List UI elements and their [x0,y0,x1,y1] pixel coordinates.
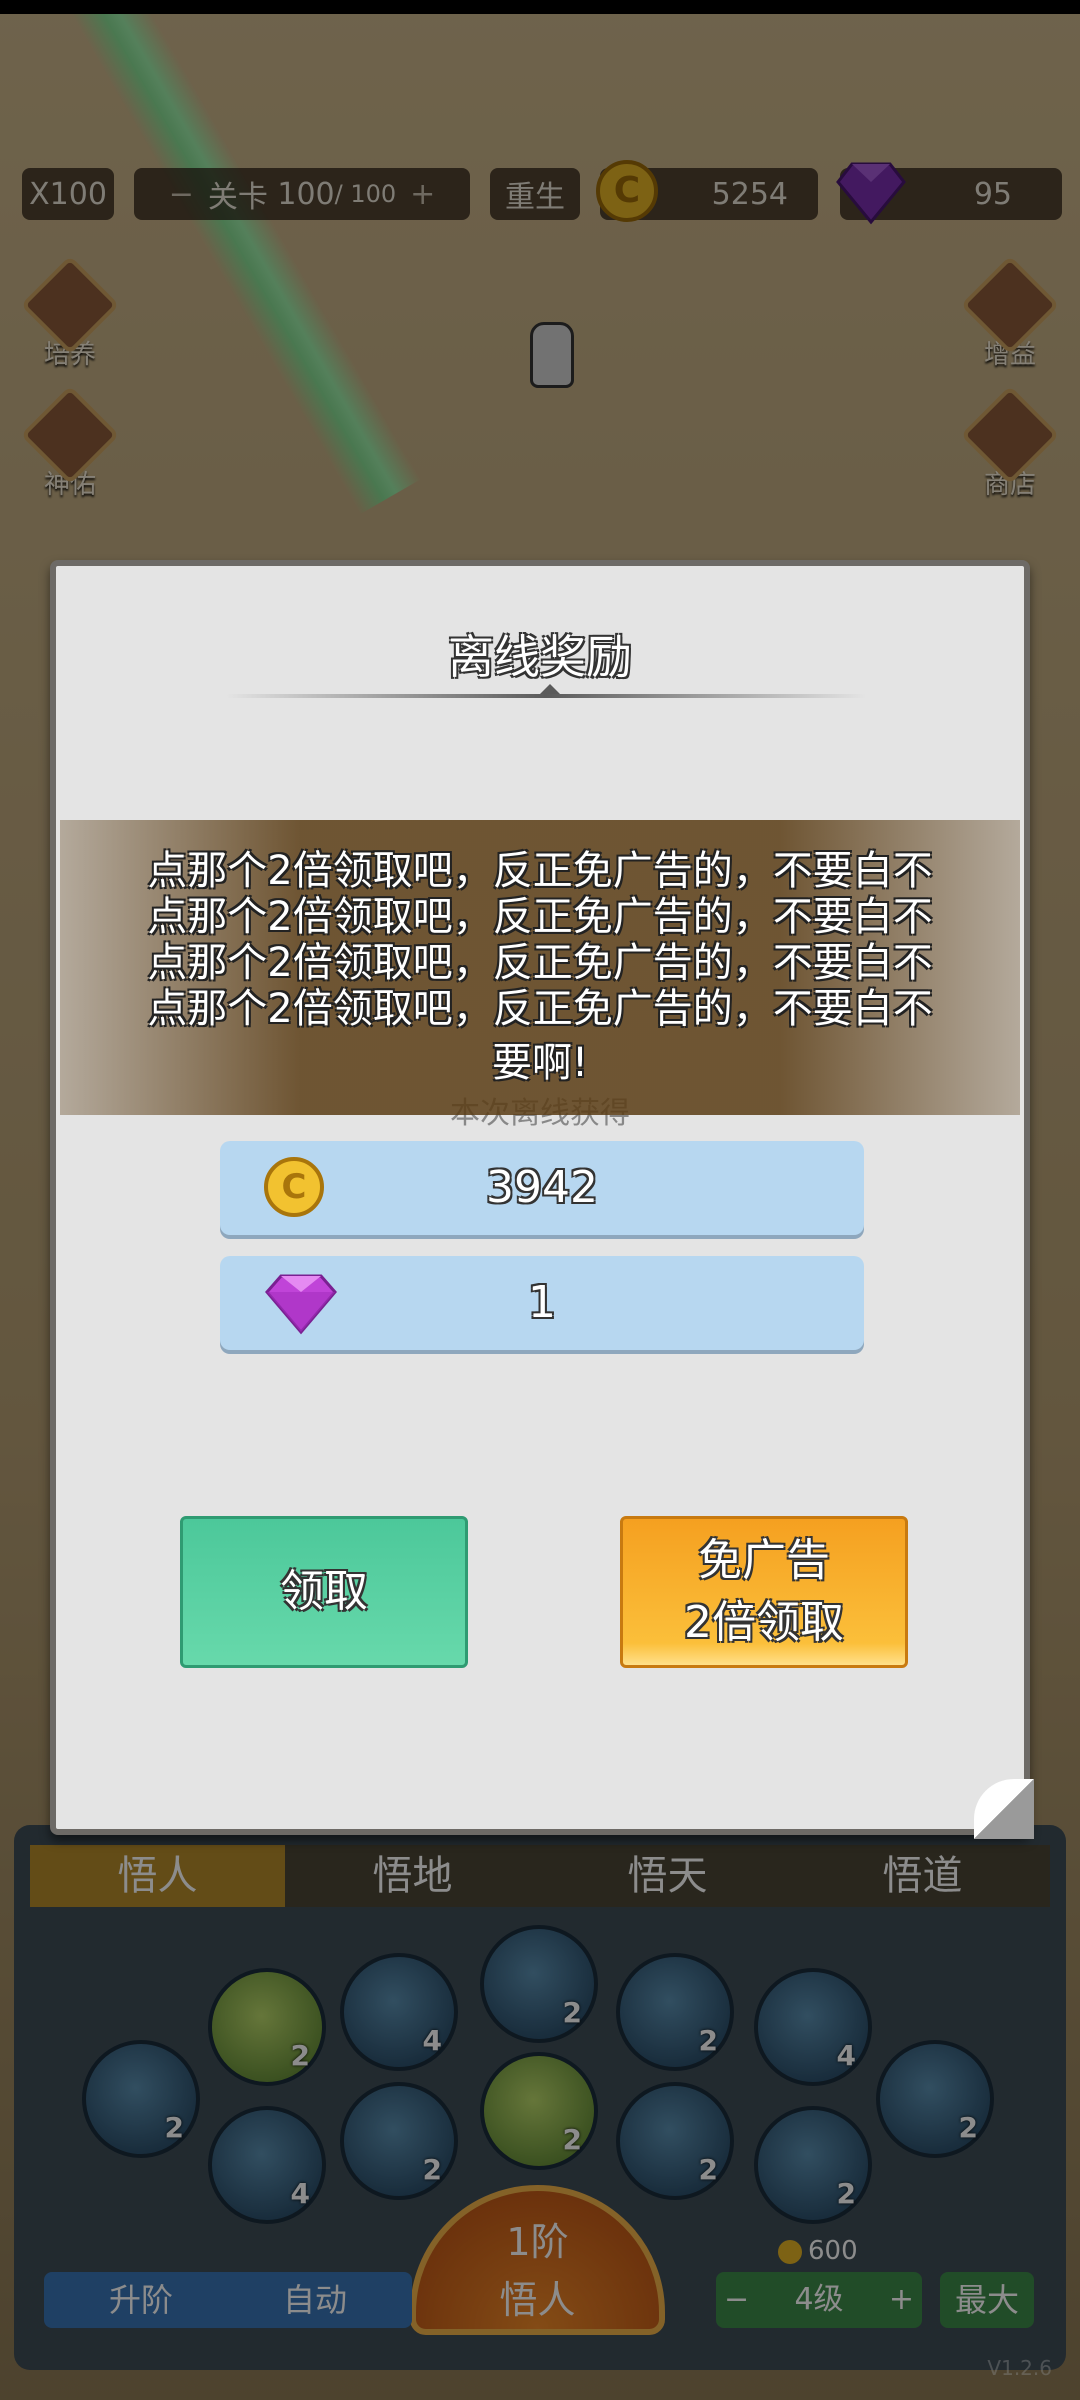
claim-button[interactable]: 领取 [180,1516,468,1668]
double-claim-button[interactable]: 免广告 2倍领取 [620,1516,908,1668]
coin-reward-row: C 3942 [220,1141,864,1235]
offline-reward-dialog: 离线奖励 C 3942 1 领取 免广告 2倍领取 [50,560,1034,1839]
title-divider [226,694,866,698]
gem-reward-value: 1 [528,1277,556,1328]
toast-line-end: 要啊! [491,1040,589,1086]
dialog-title: 离线奖励 [448,630,632,684]
toast-line: 点那个2倍领取吧，反正免广告的，不要白不 [147,986,933,1032]
page-curl [974,1779,1034,1839]
gem-reward-row: 1 [220,1256,864,1350]
title-divider-marker [540,684,560,694]
coin-reward-value: 3942 [486,1162,598,1213]
